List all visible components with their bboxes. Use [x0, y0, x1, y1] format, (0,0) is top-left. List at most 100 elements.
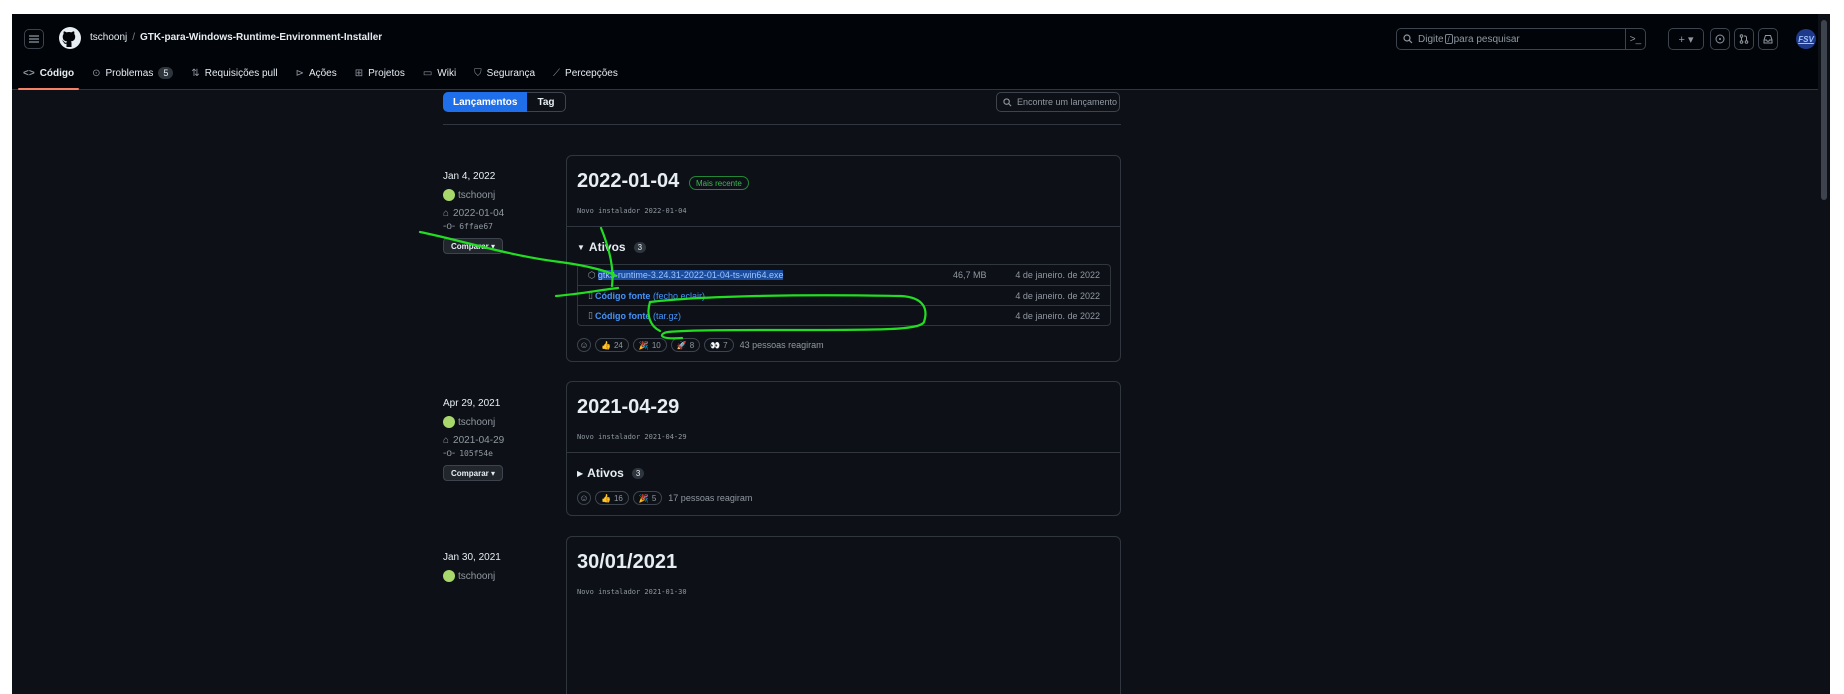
releases-tab-button[interactable]: Lançamentos [443, 92, 528, 112]
toolbar-divider [443, 124, 1121, 125]
pull-requests-icon[interactable] [1734, 28, 1754, 50]
release-3-meta: Jan 30, 2021 tschoonj [443, 552, 501, 582]
find-release-input[interactable]: Encontre um lançamento [996, 92, 1120, 112]
tab-projects[interactable]: ⊞ Projetos [348, 56, 412, 90]
releases-tags-toggle: Lançamentos Tag [443, 92, 566, 112]
commit-link[interactable]: 6ffae67 [459, 222, 493, 231]
release-title[interactable]: 2022-01-04 [577, 170, 679, 193]
tag-icon: ⌂ [443, 208, 450, 219]
release-title[interactable]: 2021-04-29 [577, 396, 679, 419]
book-icon: ▭ [422, 67, 433, 79]
tab-code[interactable]: <> Código [16, 56, 81, 90]
reaction-eyes[interactable]: 👀 7 [704, 338, 734, 352]
tab-wiki[interactable]: ▭ Wiki [416, 56, 463, 90]
asset-name: Código fonte [594, 290, 651, 301]
reaction-count: 7 [723, 340, 728, 350]
reactions-bar: ☺ 👍 24 🎉 10 🚀 8 👀 7 43 pessoas reagiram [577, 338, 824, 352]
release-card-1: 2022-01-04 Mais recente Novo instalador … [566, 155, 1121, 362]
search-placeholder-end: para pesquisar [1453, 33, 1520, 45]
repo-nav: <> Código ⊙ Problemas 5 ⇅ Requisições pull ⊳… [12, 56, 625, 90]
reaction-summary: 17 pessoas reagiram [668, 493, 753, 503]
tab-code-label: Código [39, 67, 75, 79]
thumbs-up-icon: 👍 [601, 340, 611, 350]
compare-button[interactable]: Comparar ▾ [443, 238, 503, 254]
author-link[interactable]: tschoonj [458, 571, 495, 582]
reaction-hooray[interactable]: 🎉 5 [632, 491, 663, 505]
issues-icon[interactable] [1710, 28, 1730, 50]
menu-icon[interactable] [24, 29, 44, 49]
thumbs-up-icon: 👍 [601, 493, 611, 503]
issue-icon: ⊙ [92, 67, 101, 79]
tab-issues[interactable]: ⊙ Problemas 5 [85, 56, 180, 90]
asset-link[interactable]: ▯ Código fonte (fecho eclair) [588, 290, 705, 301]
reaction-thumbs-up[interactable]: 👍 24 [595, 338, 629, 352]
reaction-thumbs-up[interactable]: 👍 16 [595, 491, 629, 505]
tab-pull-requests[interactable]: ⇅ Requisições pull [184, 56, 284, 90]
assets-toggle[interactable]: ▼ Ativos 3 [577, 240, 647, 254]
assets-toggle[interactable]: ▶ Ativos 3 [577, 466, 645, 480]
asset-row: ▯ Código fonte (tar.gz) 4 de janeiro. de … [578, 305, 1110, 325]
reaction-hooray[interactable]: 🎉 10 [632, 338, 667, 352]
reaction-count: 24 [613, 340, 623, 350]
browser-viewport: tschoonj / GTK-para-Windows-Runtime-Enviro… [12, 14, 1830, 694]
author-link[interactable]: tschoonj [458, 190, 495, 201]
tab-insights-label: Percepções [565, 67, 618, 79]
asset-date: 4 de janeiro. de 2022 [1015, 290, 1100, 301]
commit-icon: -o- [443, 221, 456, 232]
scrollbar-thumb[interactable] [1821, 20, 1827, 200]
tab-actions[interactable]: ⊳ Ações [289, 56, 344, 90]
global-search-input[interactable]: Digite / para pesquisar >_ [1396, 28, 1646, 50]
triangle-down-icon: ▼ [577, 242, 585, 252]
page-scrollbar[interactable] [1818, 14, 1830, 694]
release-subtitle: Novo instalador 2021-01-30 [577, 588, 687, 596]
release-subtitle: Novo instalador 2021-04-29 [577, 433, 687, 441]
create-new-button[interactable]: + ▾ [1668, 28, 1704, 50]
tag-link[interactable]: 2022-01-04 [453, 208, 504, 219]
card-divider [567, 452, 1120, 453]
asset-link[interactable]: ▯ Código fonte (tar.gz) [588, 310, 681, 321]
asset-name: Código fonte [594, 310, 651, 321]
eyes-icon: 👀 [710, 340, 721, 350]
asset-size: 46,7 MB [953, 270, 987, 280]
github-logo-icon[interactable] [58, 26, 82, 50]
graph-icon: ⟋ [553, 67, 561, 79]
latest-badge: Mais recente [689, 176, 749, 190]
add-reaction-icon[interactable]: ☺ [577, 338, 591, 352]
add-reaction-icon[interactable]: ☺ [577, 491, 591, 505]
command-palette-icon[interactable]: >_ [1625, 29, 1645, 49]
zip-file-icon: ▯ [588, 290, 593, 300]
tab-security[interactable]: ⛉ Segurança [467, 56, 542, 90]
avatar [443, 570, 455, 582]
card-divider [567, 226, 1120, 227]
tags-tab-button[interactable]: Tag [527, 92, 566, 112]
tab-security-label: Segurança [486, 67, 536, 79]
asset-name: gtk3-runtime-3.24.31-2022-01-04-ts-win64… [597, 270, 784, 280]
table-icon: ⊞ [354, 67, 364, 79]
reaction-rocket[interactable]: 🚀 8 [670, 338, 701, 352]
search-shortcut-key: / [1444, 34, 1453, 44]
commit-link[interactable]: 105f54e [459, 449, 493, 458]
search-placeholder-start: Digite [1418, 33, 1444, 45]
asset-ext: (fecho eclair) [652, 290, 705, 301]
avatar [443, 416, 455, 428]
asset-link[interactable]: ⬡ gtk3-runtime-3.24.31-2022-01-04-ts-win6… [588, 270, 784, 281]
user-avatar[interactable]: FSV [1796, 29, 1816, 49]
repo-link[interactable]: GTK-para-Windows-Runtime-Environment-Ins… [140, 32, 382, 43]
party-icon: 🎉 [638, 493, 649, 503]
tab-insights[interactable]: ⟋ Percepções [546, 56, 625, 90]
find-release-placeholder: Encontre um lançamento [1017, 97, 1118, 107]
tag-link[interactable]: 2021-04-29 [453, 435, 504, 446]
breadcrumb: tschoonj / GTK-para-Windows-Runtime-Enviro… [90, 32, 382, 43]
compare-button[interactable]: Comparar ▾ [443, 465, 503, 481]
commit-icon: -o- [443, 448, 456, 459]
search-icon [1003, 97, 1012, 106]
inbox-icon[interactable] [1758, 28, 1778, 50]
release-subtitle: Novo instalador 2022-01-04 [577, 207, 687, 215]
tab-issues-label: Problemas [105, 67, 154, 79]
owner-link[interactable]: tschoonj [90, 32, 127, 43]
reactions-bar: ☺ 👍 16 🎉 5 17 pessoas reagiram [577, 491, 752, 505]
shield-icon: ⛉ [474, 67, 482, 79]
author-link[interactable]: tschoonj [458, 417, 495, 428]
release-title[interactable]: 30/01/2021 [577, 551, 677, 574]
assets-list: ⬡ gtk3-runtime-3.24.31-2022-01-04-ts-win6… [577, 264, 1111, 326]
